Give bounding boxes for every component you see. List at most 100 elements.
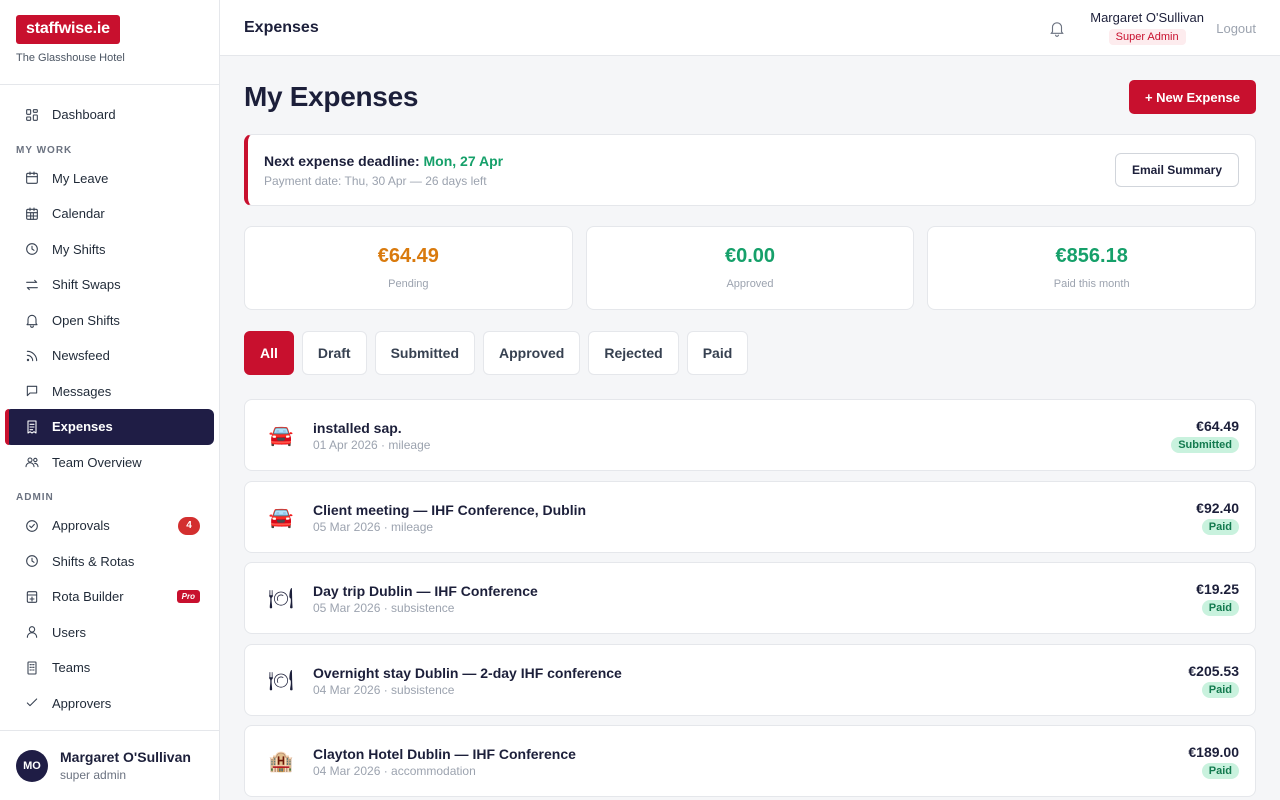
filter-tab-rejected[interactable]: Rejected (588, 331, 679, 375)
expense-title: Day trip Dublin — IHF Conference (313, 583, 538, 599)
sidebar-item-label: Calendar (52, 206, 105, 222)
sidebar-item-approvals[interactable]: Approvals 4 (5, 508, 214, 544)
status-badge: Paid (1201, 600, 1239, 616)
topbar-title: Expenses (244, 19, 319, 36)
building-icon (24, 660, 40, 676)
sidebar-user[interactable]: MO Margaret O'Sullivan super admin (0, 730, 219, 800)
sidebar-item-rota-builder[interactable]: Rota Builder Pro (5, 579, 214, 615)
sidebar: staffwise.ie The Glasshouse Hotel Dashbo… (0, 0, 220, 800)
expense-row[interactable]: 🚘 installed sap. 01 Apr 2026 · mileage €… (244, 399, 1256, 471)
swap-icon (24, 277, 40, 293)
expense-meta: 05 Mar 2026 · subsistence (313, 601, 455, 615)
hotel-icon: 🏨 (268, 751, 294, 773)
logo[interactable]: staffwise.ie (16, 15, 120, 44)
sidebar-item-label: Approvals (52, 518, 110, 534)
expense-row[interactable]: 🏨 Clayton Hotel Dublin — IHF Conference … (244, 725, 1256, 797)
expense-row[interactable]: 🍽 Day trip Dublin — IHF Conference 05 Ma… (244, 562, 1256, 634)
stat-value: €856.18 (1055, 245, 1128, 267)
sidebar-item-label: Shift Swaps (52, 277, 121, 293)
nav-section-admin: ADMIN (16, 492, 54, 503)
sidebar-user-role: super admin (60, 768, 127, 782)
sidebar-item-label: Teams (52, 660, 91, 676)
email-summary-button[interactable]: Email Summary (1114, 153, 1239, 187)
stat-label: Pending (388, 278, 429, 290)
car-icon: 🚘 (268, 506, 294, 529)
sidebar-item-shift-swaps[interactable]: Shift Swaps (5, 267, 214, 303)
new-expense-button[interactable]: + New Expense (1128, 80, 1256, 114)
check-circle-icon (24, 518, 40, 534)
sidebar-item-team-overview[interactable]: Team Overview (5, 445, 214, 481)
sidebar-item-approvers[interactable]: Approvers (5, 686, 214, 722)
sidebar-item-newsfeed[interactable]: Newsfeed (5, 338, 214, 374)
status-badge: Paid (1201, 681, 1239, 698)
sidebar-item-label: Dashboard (52, 107, 116, 123)
expense-amount: €64.49 (1196, 418, 1239, 434)
page-title: My Expenses (244, 81, 419, 112)
stat-value: €64.49 (377, 245, 439, 267)
stat-card: €0.00 Approved (585, 226, 915, 310)
status-filters: All Draft Submitted Approved Rejected Paid (244, 331, 749, 375)
deadline-date: Mon, 27 Apr (423, 153, 504, 169)
calendar-icon (24, 170, 40, 186)
pro-badge: Pro (176, 590, 200, 604)
expense-list: 🚘 installed sap. 01 Apr 2026 · mileage €… (244, 399, 1256, 800)
expense-amount: €19.25 (1196, 581, 1239, 597)
topbar: Expenses Margaret O'Sullivan Super Admin… (220, 0, 1280, 56)
rss-icon (24, 348, 40, 364)
sidebar-item-expenses[interactable]: Expenses (5, 409, 214, 445)
sidebar-item-dashboard[interactable]: Dashboard (5, 97, 214, 133)
expense-title: Overnight stay Dublin — 2-day IHF confer… (313, 664, 622, 681)
stat-value: €0.00 (724, 245, 776, 267)
expense-row[interactable]: 🍽 Overnight stay Dublin — 2-day IHF conf… (244, 643, 1256, 716)
stat-label: Approved (726, 278, 774, 290)
avatar: MO (16, 749, 48, 782)
message-icon (24, 383, 40, 399)
status-badge: Paid (1201, 518, 1239, 535)
check-icon (24, 695, 40, 711)
sidebar-item-my-shifts[interactable]: My Shifts (5, 232, 214, 268)
deadline-banner: Next expense deadline: Mon, 27 Apr Payme… (244, 134, 1256, 206)
stats-row: €64.49 Pending €0.00 Approved €856.18 Pa… (244, 226, 1257, 310)
plate-icon: 🍽 (268, 669, 294, 692)
sidebar-item-label: Users (52, 624, 86, 640)
sidebar-item-open-shifts[interactable]: Open Shifts (5, 303, 214, 339)
car-icon: 🚘 (268, 425, 294, 447)
filter-tab-approved[interactable]: Approved (483, 331, 581, 375)
sidebar-item-label: Newsfeed (52, 348, 110, 364)
filter-tab-submitted[interactable]: Submitted (374, 331, 476, 375)
expense-amount: €189.00 (1188, 744, 1239, 760)
stat-card: €64.49 Pending (244, 226, 573, 310)
sidebar-item-label: Messages (52, 383, 112, 399)
clock-icon (24, 241, 40, 257)
filter-tab-draft[interactable]: Draft (301, 331, 367, 375)
filter-tab-paid[interactable]: Paid (686, 331, 749, 375)
sidebar-item-users[interactable]: Users (5, 615, 214, 651)
expense-title: Clayton Hotel Dublin — IHF Conference (313, 746, 576, 762)
sidebar-item-messages[interactable]: Messages (5, 374, 214, 410)
topbar-user-name: Margaret O'Sullivan (1090, 10, 1204, 25)
sidebar-item-shifts-rotas[interactable]: Shifts & Rotas (5, 544, 214, 580)
filter-tab-all[interactable]: All (244, 331, 294, 375)
sidebar-item-calendar[interactable]: Calendar (5, 196, 214, 232)
sidebar-item-teams[interactable]: Teams (5, 650, 214, 686)
builder-icon (24, 589, 40, 605)
deadline-label: Next expense deadline: (264, 153, 420, 169)
topbar-user[interactable]: Margaret O'Sullivan Super Admin (1090, 10, 1204, 45)
expense-meta: 05 Mar 2026 · mileage (313, 519, 434, 534)
receipt-icon (24, 419, 40, 435)
sidebar-item-label: Shifts & Rotas (52, 553, 135, 569)
notification-bell-icon[interactable] (1048, 19, 1066, 37)
sidebar-item-label: Open Shifts (52, 312, 120, 328)
bell-icon (24, 312, 40, 329)
expense-row[interactable]: 🚘 Client meeting — IHF Conference, Dubli… (244, 480, 1256, 553)
payment-date-text: Payment date: Thu, 30 Apr — 26 days left (264, 174, 487, 188)
plate-icon: 🍽 (268, 588, 294, 610)
sidebar-user-name: Margaret O'Sullivan (60, 749, 191, 765)
expense-amount: €92.40 (1196, 499, 1239, 516)
expense-meta: 01 Apr 2026 · mileage (313, 438, 431, 452)
logout-link[interactable]: Logout (1216, 21, 1256, 36)
sidebar-item-my-leave[interactable]: My Leave (5, 161, 214, 197)
clock-icon (24, 553, 40, 569)
team-icon (24, 454, 40, 470)
sidebar-nav: Dashboard MY WORK My Leave Calendar My Sh… (0, 85, 219, 721)
